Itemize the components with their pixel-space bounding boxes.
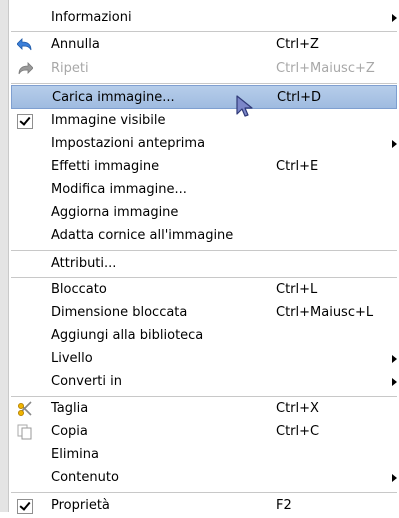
menu-item-immagine-visibile[interactable]: Immagine visibile — [11, 109, 397, 133]
menu-item-aggiungi-biblioteca[interactable]: Aggiungi alla biblioteca — [11, 324, 397, 348]
menu-item-label: Informazioni — [51, 10, 132, 25]
menu-item-modifica-immagine[interactable]: Modifica immagine... — [11, 178, 397, 202]
checkbox-checked-icon — [17, 113, 33, 129]
menu-item-converti-in[interactable]: Converti in — [11, 370, 397, 394]
menu-item-proprieta[interactable]: Proprietà F2 — [11, 494, 397, 518]
redo-icon — [17, 61, 33, 77]
undo-icon — [17, 37, 33, 53]
menu-item-attributi[interactable]: Attributi... — [11, 252, 397, 276]
menu-item-label: Adatta cornice all'immagine — [51, 228, 234, 243]
menu-item-adatta-cornice[interactable]: Adatta cornice all'immagine — [11, 224, 397, 248]
menu-item-shortcut: Ctrl+Maiusc+L — [276, 305, 374, 320]
menu-item-impostazioni-anteprima[interactable]: Impostazioni anteprima — [11, 132, 397, 156]
scissors-icon — [17, 401, 33, 417]
menu-item-carica-immagine[interactable]: Carica immagine... Ctrl+D — [11, 85, 397, 109]
submenu-arrow-icon — [392, 355, 397, 363]
menu-item-annulla[interactable]: Annulla Ctrl+Z — [11, 33, 397, 57]
menu-item-label: Annulla — [51, 37, 100, 52]
menu-item-aggiorna-immagine[interactable]: Aggiorna immagine — [11, 201, 397, 225]
menu-item-dimensione-bloccata[interactable]: Dimensione bloccata Ctrl+Maiusc+L — [11, 301, 397, 325]
menu-item-contenuto[interactable]: Contenuto — [11, 466, 397, 490]
menu-item-label: Impostazioni anteprima — [51, 136, 206, 151]
menu-item-informazioni[interactable]: Informazioni — [11, 6, 397, 30]
menu-item-label: Attributi... — [51, 256, 117, 271]
menu-item-label: Taglia — [51, 401, 89, 416]
menu-item-label: Elimina — [51, 447, 99, 462]
menu-item-label: Aggiungi alla biblioteca — [51, 328, 204, 343]
menu-item-label: Effetti immagine — [51, 159, 160, 174]
menu-item-taglia[interactable]: Taglia Ctrl+X — [11, 397, 397, 421]
menu-item-label: Dimensione bloccata — [51, 305, 188, 320]
menu-separator — [11, 83, 397, 84]
mouse-cursor-icon — [236, 95, 253, 117]
submenu-arrow-icon — [392, 14, 397, 22]
menu-item-label: Converti in — [51, 374, 122, 389]
menu-item-label: Ripeti — [51, 61, 89, 76]
menu-item-shortcut: Ctrl+Z — [276, 37, 319, 52]
menu-item-label: Carica immagine... — [52, 90, 175, 105]
submenu-arrow-icon — [392, 140, 397, 148]
menu-item-shortcut: Ctrl+L — [276, 282, 318, 297]
copy-icon — [17, 424, 33, 440]
menu-item-label: Contenuto — [51, 470, 119, 485]
menu-item-livello[interactable]: Livello — [11, 347, 397, 371]
menu-item-label: Livello — [51, 351, 93, 366]
submenu-arrow-icon — [392, 378, 397, 386]
menu-item-label: Aggiorna immagine — [51, 205, 179, 220]
menu-item-effetti-immagine[interactable]: Effetti immagine Ctrl+E — [11, 155, 397, 179]
menu-item-label: Immagine visibile — [51, 113, 166, 128]
menu-item-label: Proprietà — [51, 498, 110, 513]
menu-item-shortcut: Ctrl+Maiusc+Z — [276, 61, 375, 76]
menu-item-label: Copia — [51, 424, 88, 439]
menu-separator — [11, 492, 397, 493]
context-menu: Informazioni Annulla Ctrl+Z Ripeti Ctrl+… — [0, 0, 399, 514]
menu-gutter — [0, 0, 9, 512]
menu-separator — [11, 250, 397, 251]
menu-item-shortcut: Ctrl+X — [276, 401, 319, 416]
menu-item-shortcut: Ctrl+E — [276, 159, 319, 174]
menu-item-shortcut: Ctrl+C — [276, 424, 320, 439]
menu-item-elimina[interactable]: Elimina — [11, 443, 397, 467]
submenu-arrow-icon — [392, 474, 397, 482]
menu-item-shortcut: Ctrl+D — [277, 90, 322, 105]
menu-item-ripeti[interactable]: Ripeti Ctrl+Maiusc+Z — [11, 57, 397, 81]
menu-item-label: Bloccato — [51, 282, 107, 297]
menu-separator — [11, 31, 397, 32]
menu-item-label: Modifica immagine... — [51, 182, 187, 197]
menu-item-copia[interactable]: Copia Ctrl+C — [11, 420, 397, 444]
menu-item-shortcut: F2 — [276, 498, 292, 513]
menu-item-bloccato[interactable]: Bloccato Ctrl+L — [11, 278, 397, 302]
